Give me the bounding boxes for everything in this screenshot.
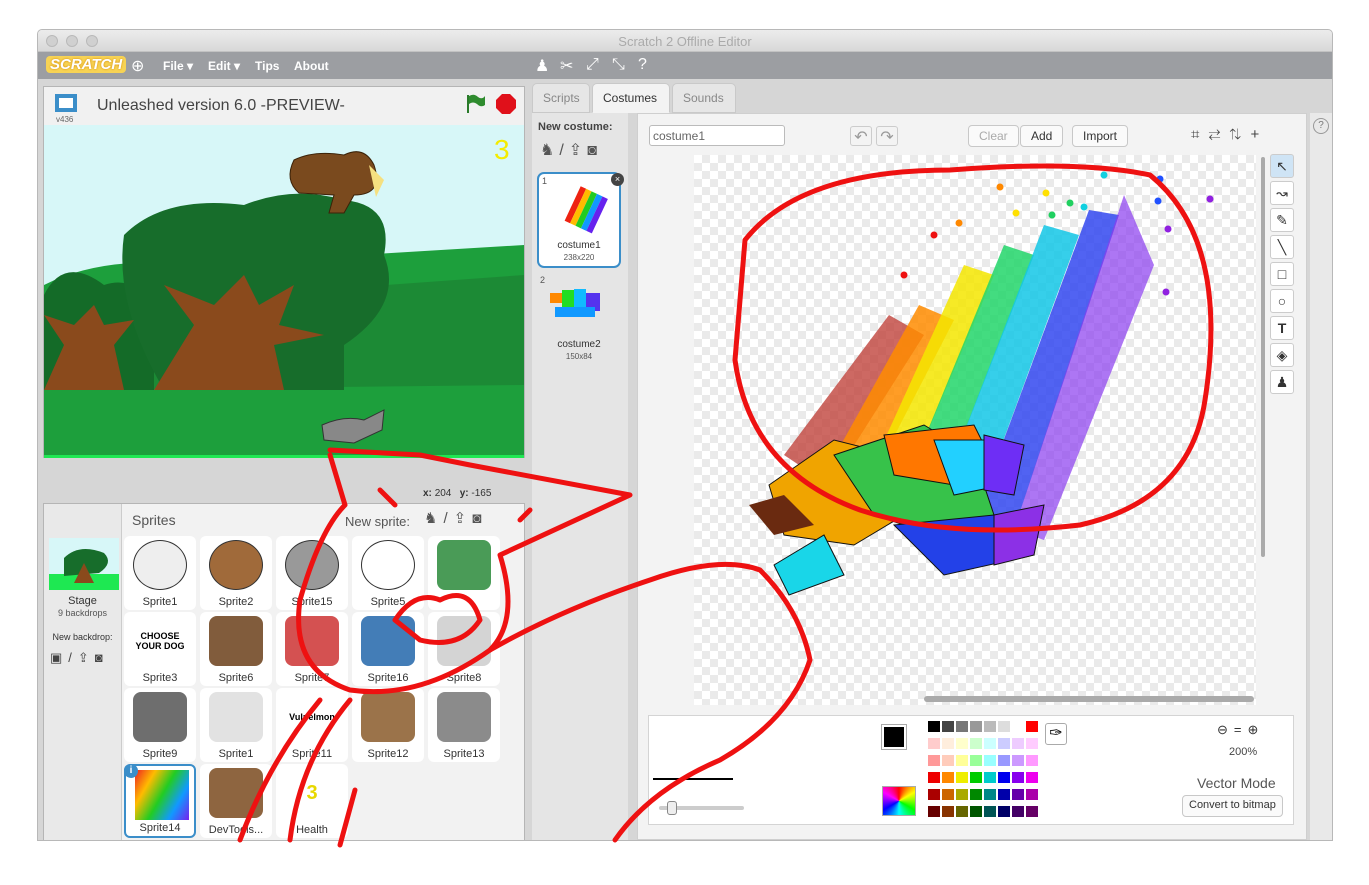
red-scribble-overlay — [237, 163, 1214, 848]
